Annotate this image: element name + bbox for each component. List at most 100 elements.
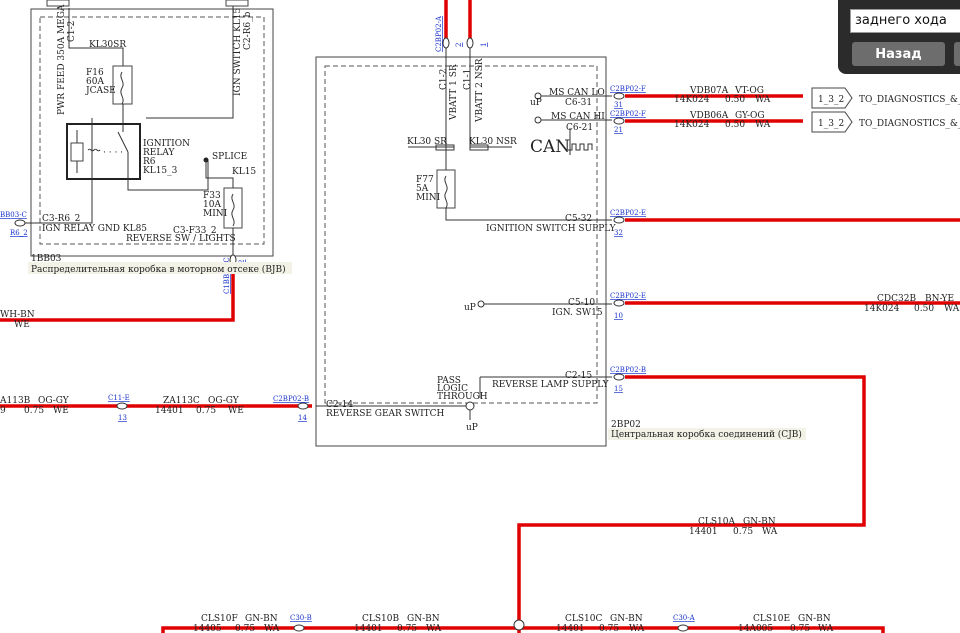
- cjb-up-1: uP: [530, 98, 542, 108]
- svg-text:WA: WA: [755, 95, 771, 105]
- back-button[interactable]: Назад: [852, 42, 945, 66]
- bjb-left-pin: R6_2: [10, 229, 28, 237]
- svg-text:1: 1: [480, 43, 488, 47]
- svg-text:C11-E: C11-E: [108, 394, 130, 402]
- svg-text:14401: 14401: [556, 624, 585, 633]
- wire-za113b-label: A113B: [0, 396, 31, 406]
- cjb-ms-can-lo: MS CAN LO: [549, 88, 605, 98]
- cjb-kl30nsr: KL30 NSR: [469, 137, 517, 147]
- svg-text:C2BP02-F: C2BP02-F: [610, 110, 646, 118]
- svg-text:0.75: 0.75: [196, 406, 216, 416]
- svg-text:GN-BN: GN-BN: [245, 614, 278, 624]
- cjb-vbatt2: VBATT 2 NSR: [475, 58, 485, 123]
- svg-text:WA: WA: [264, 624, 280, 633]
- svg-text:WE: WE: [228, 406, 244, 416]
- svg-text:C30-A: C30-A: [673, 614, 696, 622]
- bjb-reverse-sw: REVERSE SW / LIGHTS: [126, 234, 236, 244]
- svg-text:WA: WA: [944, 304, 960, 314]
- kl15-label: KL15: [232, 167, 256, 177]
- svg-text:9: 9: [0, 406, 6, 416]
- bjb-caption: Распределительная коробка в моторном отс…: [31, 264, 286, 275]
- bjb-inner-dash: [39, 16, 265, 245]
- svg-text:14K024: 14K024: [674, 120, 710, 130]
- svg-text:GN-BN: GN-BN: [798, 614, 831, 624]
- svg-text:WE: WE: [53, 406, 69, 416]
- wiring-schematic: PWR FEED 350A MEGA C1-2 KL30SR F16 60A J…: [0, 0, 960, 633]
- svg-text:32: 32: [614, 229, 623, 237]
- svg-text:14401: 14401: [354, 624, 383, 633]
- svg-text:GN-BN: GN-BN: [610, 614, 643, 624]
- cjb-c6-31: C6-31: [565, 98, 592, 108]
- svg-text:14K024: 14K024: [674, 95, 710, 105]
- bjb-c2-r6: C2-R6_b: [243, 11, 253, 50]
- bjb-pwr-feed: PWR FEED 350A MEGA: [57, 4, 67, 115]
- connector-reverse-lamp: C2BP02-B 15: [610, 366, 646, 393]
- next-button[interactable]: [954, 42, 960, 66]
- connector-ign-sw15: C2BP02-E 10: [610, 292, 646, 320]
- svg-text:C2BP02-B: C2BP02-B: [610, 366, 646, 374]
- cjb-caption: Центральная коробка соединений (CJB): [611, 429, 802, 440]
- svg-text:0.75: 0.75: [733, 527, 753, 537]
- wire-cls10e-label: CLS10E: [753, 614, 790, 624]
- dest-diag-2: TO_DIAGNOSTICS_&_N: [859, 119, 960, 129]
- splice-label: SPLICE: [212, 152, 247, 162]
- wire-za113c-label: ZA113C: [163, 396, 200, 406]
- bjb-c3-r62: C3-R6_2: [42, 214, 80, 224]
- cjb-ign-switch-supply: IGNITION SWITCH SUPPLY: [486, 224, 617, 234]
- svg-text:0.75: 0.75: [24, 406, 44, 416]
- svg-text:THROUGH: THROUGH: [437, 392, 488, 402]
- svg-text:0.75: 0.75: [397, 624, 417, 633]
- svg-text:15: 15: [614, 385, 623, 393]
- wire-cls10b-label: CLS10B: [362, 614, 399, 624]
- svg-text:0.50: 0.50: [725, 95, 745, 105]
- svg-text:14401: 14401: [155, 406, 184, 416]
- bjb-ign-switch: IGN SWITCH KL15: [233, 8, 243, 96]
- svg-text:C2BP02-B: C2BP02-B: [273, 395, 309, 403]
- svg-text:WA: WA: [762, 527, 778, 537]
- svg-text:2: 2: [455, 43, 463, 47]
- svg-text:MINI: MINI: [416, 193, 441, 203]
- svg-text:13: 13: [118, 414, 127, 422]
- cjb-ref: 2BP02: [611, 420, 641, 430]
- cjb-c1-2: C1-2: [439, 69, 449, 90]
- cjb-up-2: uP: [464, 303, 476, 313]
- svg-text:WA: WA: [755, 120, 771, 130]
- cjb-reverse-gear: REVERSE GEAR SWITCH: [326, 409, 445, 419]
- cjb-reverse-lamp: REVERSE LAMP SUPPLY: [492, 380, 610, 390]
- svg-text:0.50: 0.50: [725, 120, 745, 130]
- svg-text:GN-BN: GN-BN: [743, 517, 776, 527]
- svg-text:C2BP02-E: C2BP02-E: [610, 209, 646, 217]
- bjb-ref: 1BB03: [31, 254, 62, 264]
- connector-c11: C11-E 13: [108, 394, 130, 422]
- cjb-up-3: uP: [466, 423, 478, 433]
- bjb-ign-relay-gnd: IGN RELAY GND KL85: [42, 224, 147, 234]
- wire-cls10c-label: CLS10C: [565, 614, 602, 624]
- svg-text:14401: 14401: [689, 527, 718, 537]
- svg-text:0.75: 0.75: [790, 624, 810, 633]
- svg-text:WA: WA: [818, 624, 834, 633]
- cjb-c5-10: C5-10: [568, 298, 595, 308]
- svg-text:GN-BN: GN-BN: [407, 614, 440, 624]
- svg-text:WA: WA: [629, 624, 645, 633]
- svg-text:31: 31: [614, 101, 623, 109]
- svg-text:1_3_2: 1_3_2: [818, 95, 844, 105]
- cjb-c6-21: C6-21: [566, 123, 593, 133]
- bjb-kl30sr: KL30SR: [89, 40, 126, 50]
- svg-text:14405: 14405: [193, 624, 222, 633]
- search-input[interactable]: заднего хода: [850, 9, 960, 33]
- svg-text:10: 10: [614, 312, 623, 320]
- svg-text:· · · ·: · · · ·: [103, 148, 123, 158]
- svg-text:21: 21: [614, 126, 623, 134]
- svg-text:0.75: 0.75: [599, 624, 619, 633]
- svg-text:1_3_2: 1_3_2: [818, 119, 844, 129]
- svg-text:14K024: 14K024: [864, 304, 900, 314]
- cjb-vbatt1: VBATT 1 SR: [449, 64, 459, 121]
- svg-text:14A005: 14A005: [738, 624, 773, 633]
- connector-reverse-gear: C2BP02-B 14: [273, 395, 309, 422]
- svg-text:C30-B: C30-B: [290, 614, 312, 622]
- svg-text:BN-YE: BN-YE: [925, 294, 954, 304]
- cjb-c1-1: C1-1: [463, 69, 473, 90]
- svg-text:0.50: 0.50: [914, 304, 934, 314]
- svg-text:14: 14: [298, 414, 307, 422]
- wire-reverse-lamp: [517, 375, 866, 633]
